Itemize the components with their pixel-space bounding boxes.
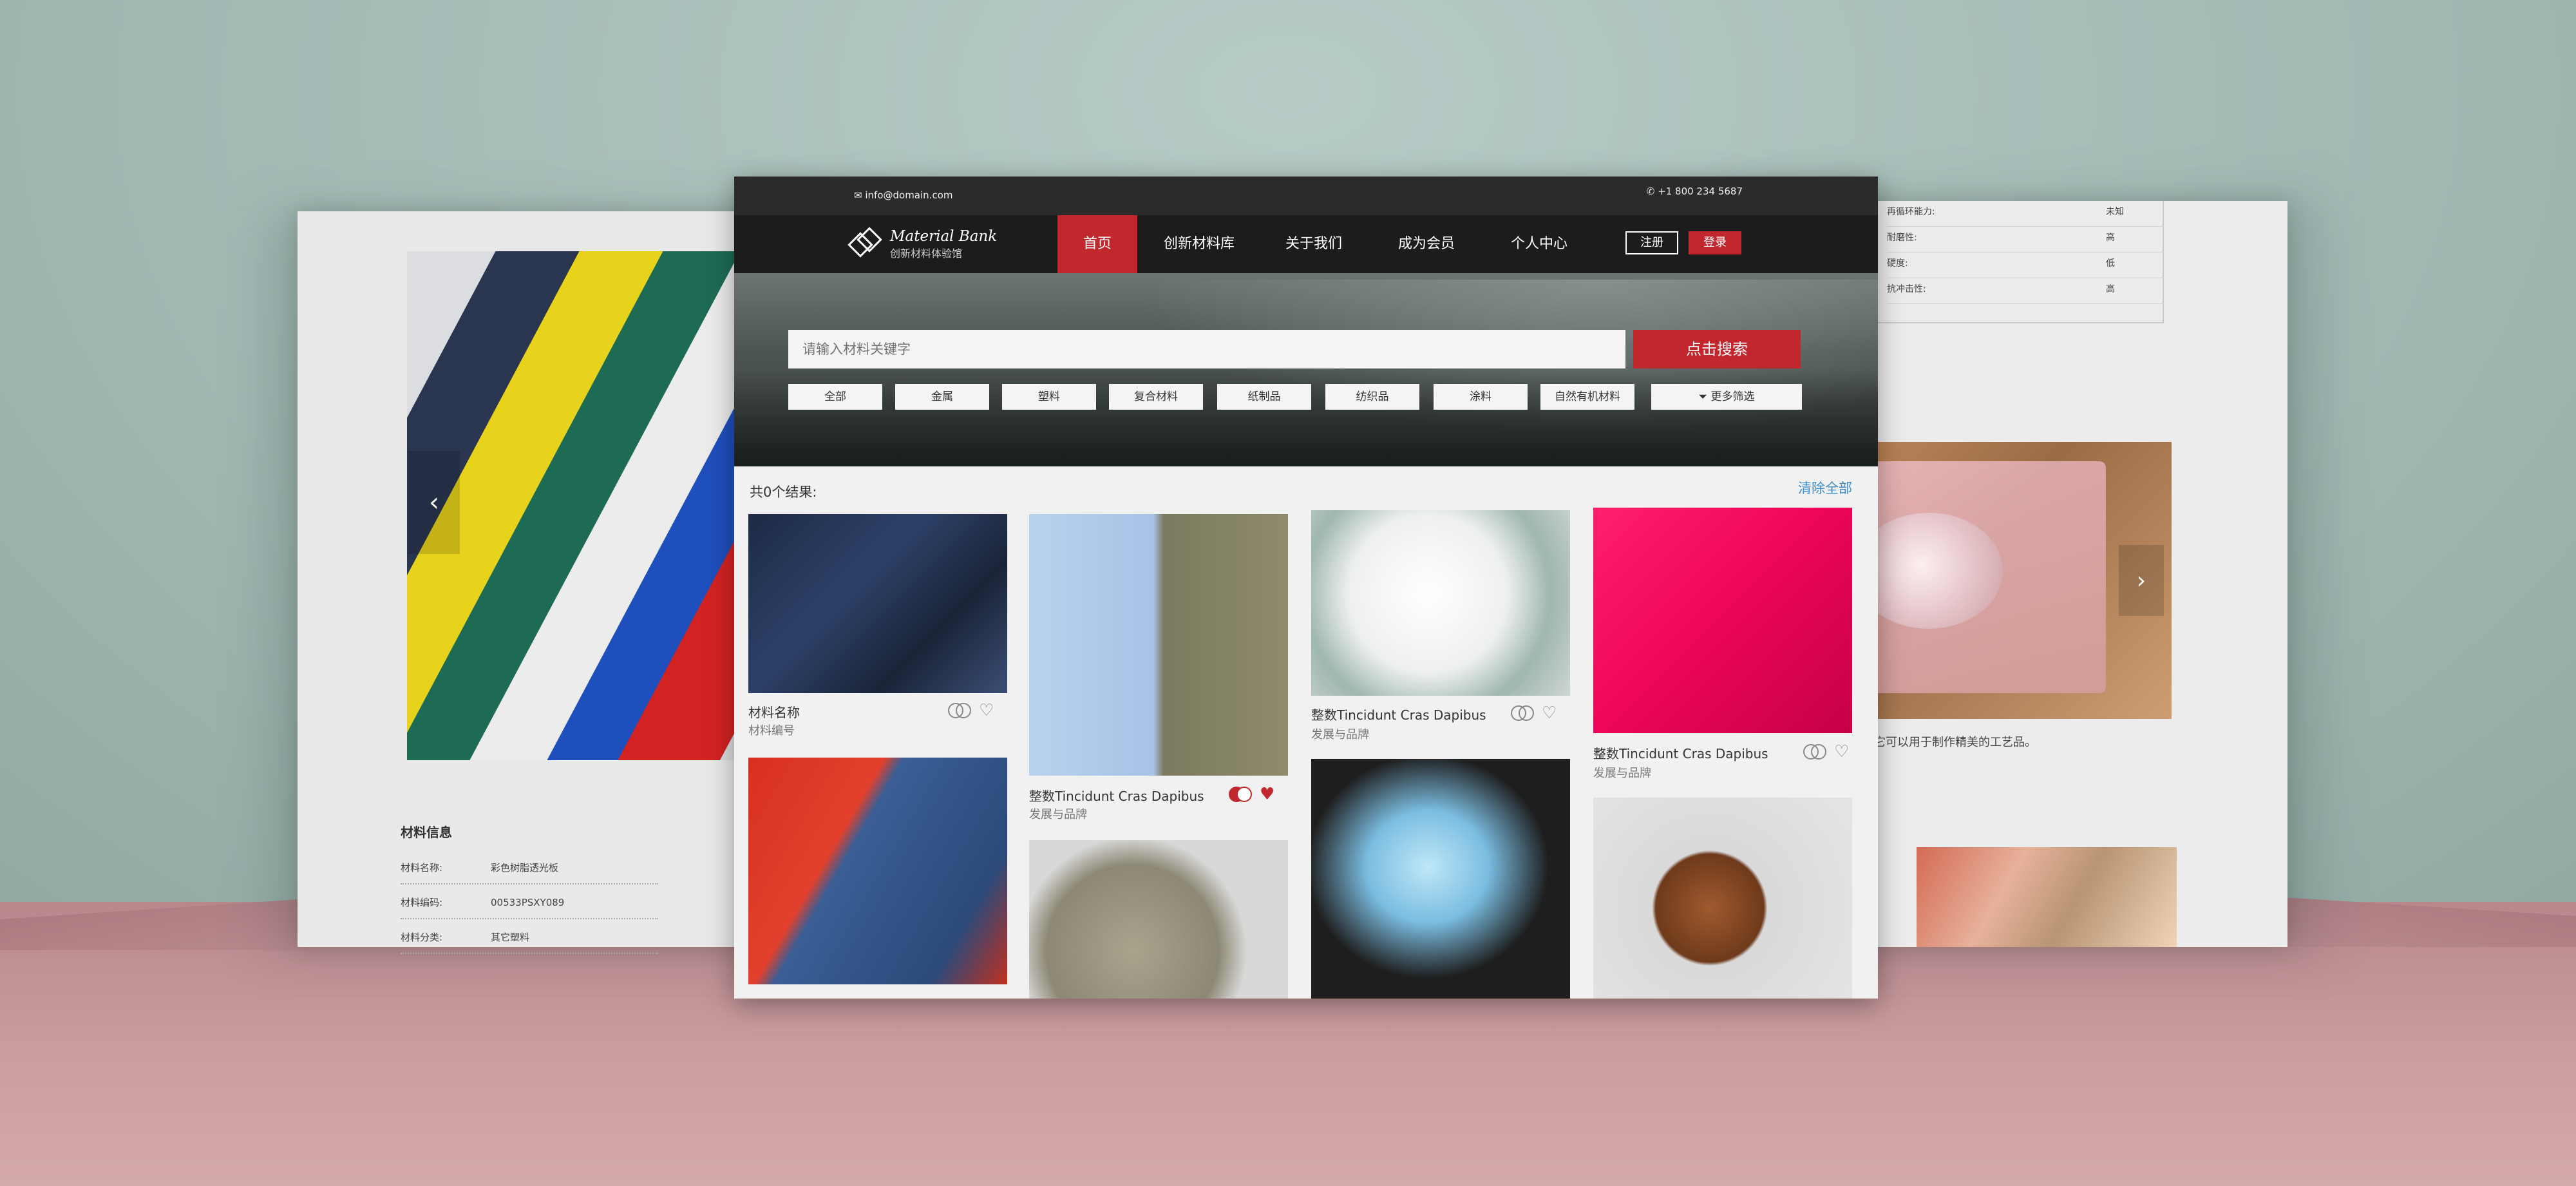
material-card-image[interactable] [1029, 514, 1288, 776]
compare-icon[interactable] [1803, 743, 1828, 760]
category-all[interactable]: 全部 [788, 384, 882, 410]
detail-page-right: 再循环能力: 未知 耐磨性: 高 硬度: 低 抗冲击性: 高 › 性的特性让它可以用于制… [1816, 201, 2287, 947]
heart-icon[interactable]: ♥ [1260, 786, 1274, 803]
more-filters-button[interactable]: ⏷ 更多筛选 [1651, 384, 1802, 410]
logo-icon [848, 227, 882, 260]
phone-icon: ✆ [1646, 186, 1655, 197]
card-title[interactable]: 整数Tincidunt Cras Dapibus [1593, 743, 1768, 762]
property-row: 抗冲击性: 高 [1887, 278, 2164, 304]
results-bar: 共0个结果: 清除全部 [734, 466, 1878, 512]
search-box [788, 330, 1629, 368]
card-actions: ♡ [1803, 743, 1849, 760]
nav-profile[interactable]: 个人中心 [1494, 215, 1584, 273]
property-row: 耐磨性: 高 [1887, 227, 2164, 253]
card-actions: ♡ [1511, 705, 1557, 722]
results-count: 共0个结果: [750, 484, 817, 500]
category-composite[interactable]: 复合材料 [1109, 384, 1203, 410]
main-navbar: Material Bank 创新材料体验馆 首页 创新材料库 关于我们 成为会员… [734, 215, 1878, 273]
card-actions: ♥ [1229, 786, 1274, 803]
compare-icon[interactable] [1229, 786, 1253, 803]
carousel-prev-arrow[interactable]: ‹ [408, 451, 460, 554]
heart-icon[interactable]: ♡ [979, 702, 994, 719]
nav-material-library[interactable]: 创新材料库 [1146, 215, 1252, 273]
envelope-icon: ✉ [854, 189, 862, 201]
search-hero: 点击搜索 全部 金属 塑料 复合材料 纸制品 纺织品 涂料 自然有机材料 ⏷ 更… [734, 273, 1878, 466]
material-info-title: 材料信息 [401, 825, 452, 840]
search-button[interactable]: 点击搜索 [1633, 330, 1801, 368]
filter-icon: ⏷ [1698, 390, 1708, 403]
compare-icon[interactable] [1511, 705, 1535, 722]
material-card-image[interactable] [1311, 510, 1570, 696]
material-card-image[interactable] [1311, 759, 1570, 999]
category-textile[interactable]: 纺织品 [1325, 384, 1419, 410]
category-coating[interactable]: 涂料 [1434, 384, 1528, 410]
heart-icon[interactable]: ♡ [1834, 743, 1849, 760]
info-row-code: 材料编码: 00533PSXY089 [401, 895, 658, 919]
login-button[interactable]: 登录 [1689, 231, 1741, 254]
nav-membership[interactable]: 成为会员 [1381, 215, 1472, 273]
info-row-category: 材料分类: 其它塑料 [401, 930, 658, 954]
property-row: 再循环能力: 未知 [1887, 201, 2164, 227]
card-subtitle: 材料编号 [748, 724, 795, 738]
heart-icon[interactable]: ♡ [1542, 705, 1557, 722]
property-row: 硬度: 低 [1887, 253, 2164, 278]
card-subtitle: 发展与品牌 [1593, 767, 1651, 780]
register-button[interactable]: 注册 [1625, 231, 1678, 254]
material-card-image[interactable] [1593, 798, 1852, 999]
brand-tagline: 创新材料体验馆 [890, 247, 963, 260]
top-contact-bar: ✉ info@domain.com ✆ +1 800 234 5687 [734, 177, 1878, 215]
card-subtitle: 发展与品牌 [1029, 808, 1087, 821]
compare-icon[interactable] [948, 702, 972, 719]
phone-contact[interactable]: ✆ +1 800 234 5687 [1647, 186, 1743, 197]
card-actions: ♡ [948, 702, 994, 719]
clear-all-link[interactable]: 清除全部 [1798, 478, 1852, 497]
category-natural-organic[interactable]: 自然有机材料 [1540, 384, 1634, 410]
card-title[interactable]: 整数Tincidunt Cras Dapibus [1311, 705, 1486, 723]
carousel-next-arrow[interactable]: › [2119, 545, 2164, 616]
card-title[interactable]: 整数Tincidunt Cras Dapibus [1029, 786, 1204, 805]
material-card-image[interactable] [1593, 508, 1852, 733]
site-logo[interactable]: Material Bank 创新材料体验馆 [848, 227, 998, 260]
info-row-name: 材料名称: 彩色树脂透光板 [401, 861, 658, 885]
detail-page-left: ‹ 材料信息 材料名称: 彩色树脂透光板 材料编码: 00533PSXY089 材料… [298, 211, 768, 954]
material-card-image[interactable] [748, 514, 1007, 693]
search-input[interactable] [788, 330, 1629, 368]
category-paper[interactable]: 纸制品 [1217, 384, 1311, 410]
material-photo-stripes [407, 251, 768, 760]
card-subtitle: 发展与品牌 [1311, 728, 1369, 741]
nav-about[interactable]: 关于我们 [1269, 215, 1359, 273]
brand-name: Material Bank [890, 228, 998, 245]
nav-home[interactable]: 首页 [1057, 215, 1137, 273]
category-plastic[interactable]: 塑料 [1002, 384, 1096, 410]
email-contact[interactable]: ✉ info@domain.com [854, 189, 952, 201]
main-page: ✉ info@domain.com ✆ +1 800 234 5687 Mate… [734, 177, 1878, 999]
category-metal[interactable]: 金属 [895, 384, 989, 410]
card-title[interactable]: 材料名称 [748, 702, 800, 721]
thumbnail[interactable] [1917, 847, 2177, 947]
material-card-image[interactable] [1029, 840, 1288, 999]
material-card-image[interactable] [748, 758, 1007, 984]
